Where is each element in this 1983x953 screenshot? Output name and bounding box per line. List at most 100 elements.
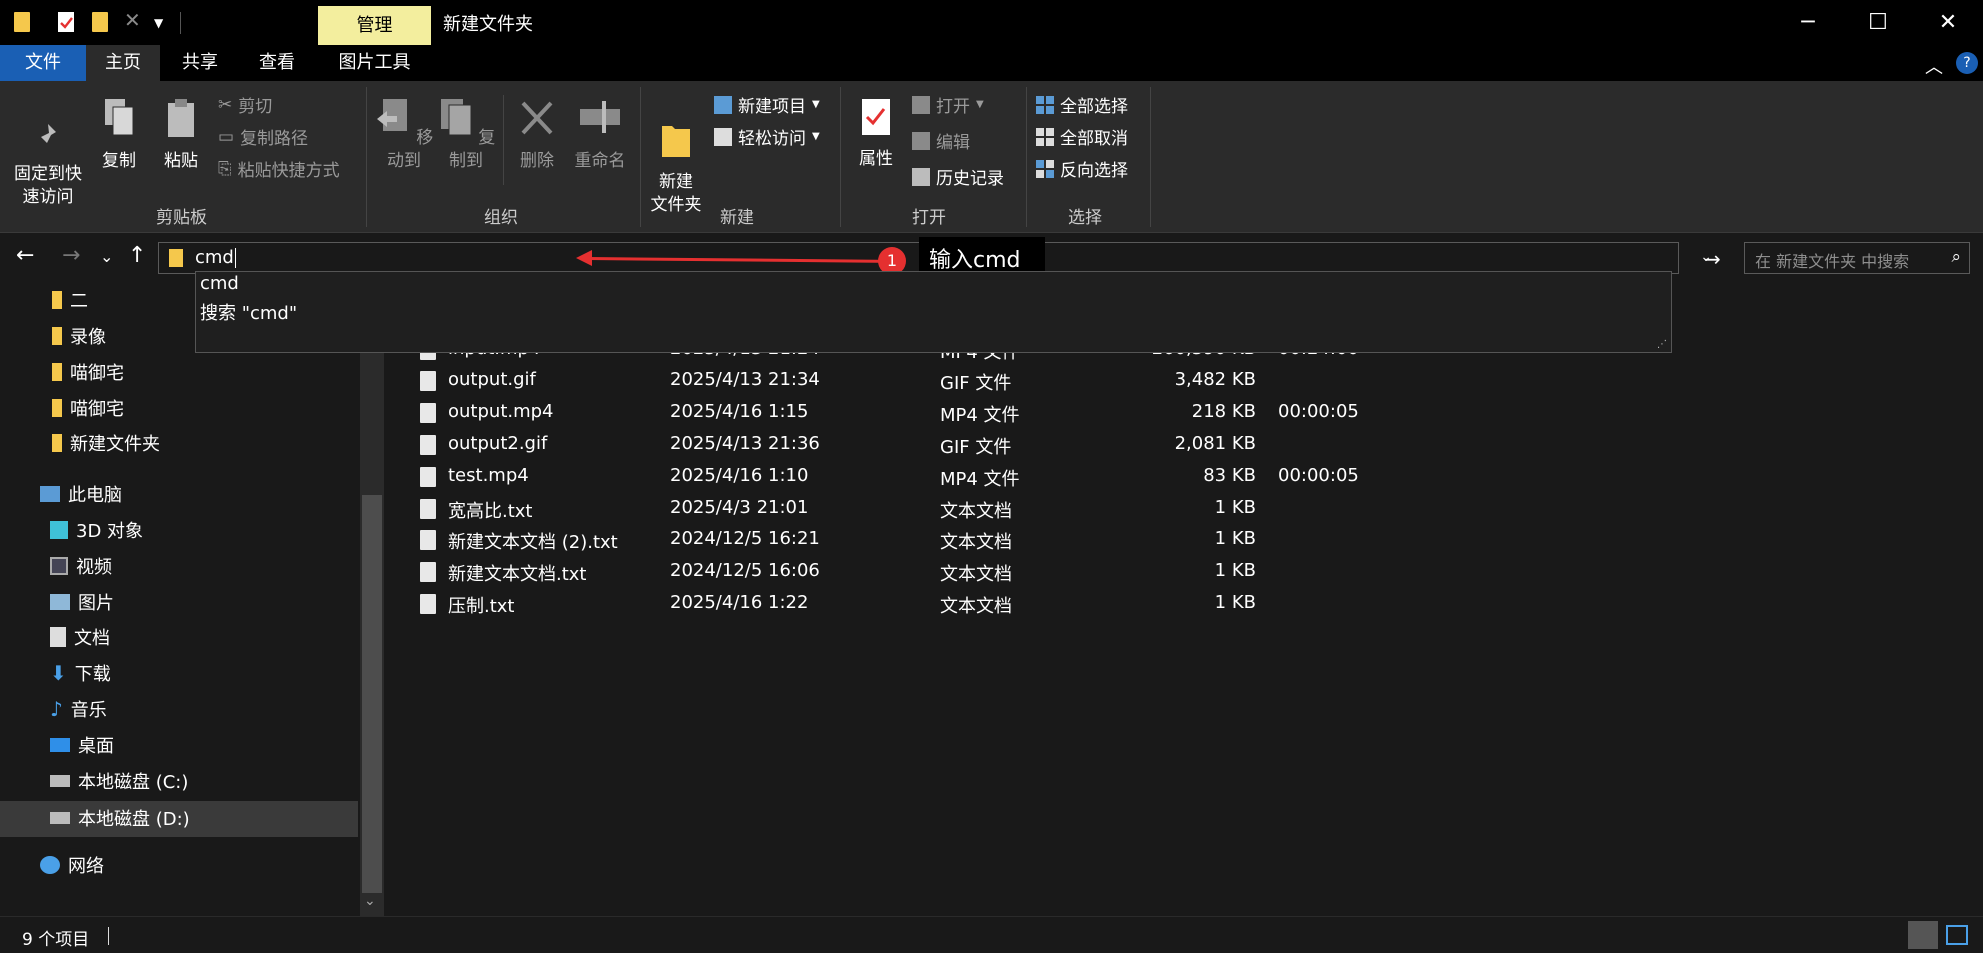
table-row[interactable]: 宽高比.txt 2025/4/3 21:01 文本文档 1 KB [414, 493, 1394, 525]
sidebar-item-folder[interactable]: 喵御宅 [52, 391, 124, 425]
search-icon[interactable]: ⌕ [1951, 247, 1961, 267]
group-label-open: 打开 [912, 208, 946, 228]
chevron-down-icon[interactable]: ▼ [154, 16, 170, 36]
sidebar-item-music[interactable]: ♪ 音乐 [50, 692, 107, 726]
help-icon[interactable]: ? [1956, 52, 1978, 74]
minimize-button[interactable]: ─ [1773, 0, 1843, 45]
forward-arrow-icon[interactable]: → [62, 243, 80, 268]
suggestion-item[interactable]: cmd [200, 273, 239, 294]
edit-button[interactable]: 编辑 [912, 128, 970, 153]
cut-button[interactable]: ✂ 剪切 [218, 92, 272, 118]
file-duration: 00:00:05 [1278, 401, 1359, 422]
group-label-select: 选择 [1068, 208, 1102, 228]
paste-button[interactable]: 粘贴 [156, 97, 206, 173]
new-folder-button[interactable]: 新建 文件夹 [646, 97, 706, 217]
tab-view[interactable]: 查看 [240, 45, 314, 81]
select-none-button[interactable]: 全部取消 [1036, 124, 1128, 149]
pin-quick-access-button[interactable]: 固定到快 速访问 [8, 97, 88, 209]
ribbon-tabs: 文件 主页 共享 查看 图片工具 ︿ ? [0, 45, 1983, 81]
sidebar-item-drive-c[interactable]: 本地磁盘 (C:) [50, 764, 188, 798]
tab-file[interactable]: 文件 [0, 45, 86, 81]
go-arrow-icon[interactable]: → [1704, 247, 1721, 271]
file-type: 文本文档 [940, 596, 1012, 617]
sidebar-item-pictures[interactable]: 图片 [50, 585, 114, 619]
sidebar-item-folder[interactable]: 新建文件夹 [52, 426, 160, 460]
scrollbar-thumb[interactable] [362, 495, 382, 893]
table-row[interactable]: test.mp4 2025/4/16 1:10 MP4 文件 83 KB 00:00:0… [414, 461, 1394, 493]
table-row[interactable]: output.mp4 2025/4/16 1:15 MP4 文件 218 KB 00:0… [414, 397, 1394, 429]
rename-button[interactable]: 重命名 [570, 97, 630, 173]
table-row[interactable]: 新建文本文档 (2).txt 2024/12/5 16:21 文本文档 1 KB [414, 524, 1394, 556]
file-icon [420, 499, 436, 519]
file-name: output.mp4 [448, 401, 554, 422]
paste-shortcut-button[interactable]: ⎘ 粘贴快捷方式 [218, 156, 340, 182]
properties-icon[interactable] [58, 12, 74, 32]
divider [108, 927, 109, 945]
sidebar-item-downloads[interactable]: ⬇ 下载 [50, 656, 111, 690]
copy-to-button[interactable]: 复制到 [436, 97, 496, 173]
history-button[interactable]: 历史记录 [912, 164, 1004, 189]
file-date: 2025/4/16 1:22 [670, 592, 809, 613]
file-name: 新建文本文档.txt [448, 564, 587, 585]
copy-button[interactable]: 复制 [94, 97, 144, 173]
folder-icon [169, 249, 183, 267]
annotation-arrow-head [576, 250, 592, 266]
recent-locations-icon[interactable]: ⌄ [100, 247, 113, 266]
sidebar-item-videos[interactable]: 视频 [50, 549, 112, 583]
sidebar-item-drive-d[interactable]: 本地磁盘 (D:) [50, 801, 190, 835]
properties-button[interactable]: 属性 [850, 97, 902, 171]
new-item-button[interactable]: 新建项目 ▼ [714, 92, 820, 117]
large-icons-view-icon[interactable] [1946, 925, 1968, 945]
back-arrow-icon[interactable]: ← [16, 243, 34, 268]
sidebar-item-desktop[interactable]: 桌面 [50, 728, 114, 762]
tab-picture-tools[interactable]: 图片工具 [318, 45, 431, 81]
move-to-button[interactable]: 移动到 [374, 97, 434, 173]
open-button[interactable]: 打开 ▼ [912, 92, 984, 117]
sidebar-item-folder[interactable]: 二 [52, 283, 88, 317]
search-input[interactable]: 在 新建文件夹 中搜索 ⌕ [1744, 242, 1970, 274]
move-to-icon [376, 99, 407, 131]
file-name: test.mp4 [448, 465, 529, 486]
table-row[interactable]: output2.gif 2025/4/13 21:36 GIF 文件 2,081 KB [414, 429, 1394, 461]
scroll-down-icon[interactable]: ⌄ [364, 893, 376, 909]
sidebar-item-folder[interactable]: 喵御宅 [52, 355, 124, 389]
address-input[interactable]: cmd [195, 247, 236, 268]
tab-share[interactable]: 共享 [163, 45, 237, 81]
copy-path-button[interactable]: ▭ 复制路径 [218, 124, 308, 150]
sidebar-item-3d-objects[interactable]: 3D 对象 [50, 513, 143, 547]
table-row[interactable]: 压制.txt 2025/4/16 1:22 文本文档 1 KB [414, 588, 1394, 620]
invert-selection-button[interactable]: 反向选择 [1036, 156, 1128, 181]
suggestion-search-item[interactable]: 搜索 "cmd" [200, 299, 297, 325]
table-row[interactable]: output.gif 2025/4/13 21:34 GIF 文件 3,482 KB [414, 365, 1394, 397]
pin-icon [37, 124, 56, 147]
resize-grip-icon[interactable]: ⋰ [1657, 339, 1667, 350]
new-folder-icon[interactable] [92, 12, 108, 32]
easy-access-icon [714, 127, 732, 146]
maximize-button[interactable]: ☐ [1843, 0, 1913, 45]
close-button[interactable]: ✕ [1913, 0, 1983, 45]
easy-access-button[interactable]: 轻松访问 ▼ [714, 124, 820, 149]
download-icon: ⬇ [50, 661, 67, 685]
tab-home[interactable]: 主页 [86, 45, 160, 81]
desktop-icon [50, 738, 70, 752]
history-icon [912, 167, 930, 186]
collapse-ribbon-icon[interactable]: ︿ [1925, 53, 1943, 79]
up-arrow-icon[interactable]: ↑ [128, 243, 146, 268]
sidebar-item-documents[interactable]: 文档 [50, 620, 110, 654]
sidebar-item-this-pc[interactable]: 此电脑 [40, 477, 122, 511]
invert-selection-icon [1036, 159, 1054, 178]
table-row[interactable]: 新建文本文档.txt 2024/12/5 16:06 文本文档 1 KB [414, 556, 1394, 588]
picture-icon [50, 594, 70, 610]
select-all-button[interactable]: 全部选择 [1036, 92, 1128, 117]
delete-icon[interactable]: ✕ [124, 8, 144, 32]
details-view-icon[interactable] [1908, 921, 1938, 949]
tab-manage[interactable]: 管理 [318, 6, 431, 45]
new-folder-icon [662, 126, 690, 157]
file-name: output2.gif [448, 433, 548, 454]
file-type: 文本文档 [940, 532, 1012, 553]
delete-button[interactable]: 删除 [512, 97, 562, 173]
sidebar-item-folder[interactable]: 录像 [52, 319, 106, 353]
file-type: 文本文档 [940, 564, 1012, 585]
folder-icon [52, 327, 62, 345]
sidebar-item-network[interactable]: 网络 [40, 848, 104, 882]
